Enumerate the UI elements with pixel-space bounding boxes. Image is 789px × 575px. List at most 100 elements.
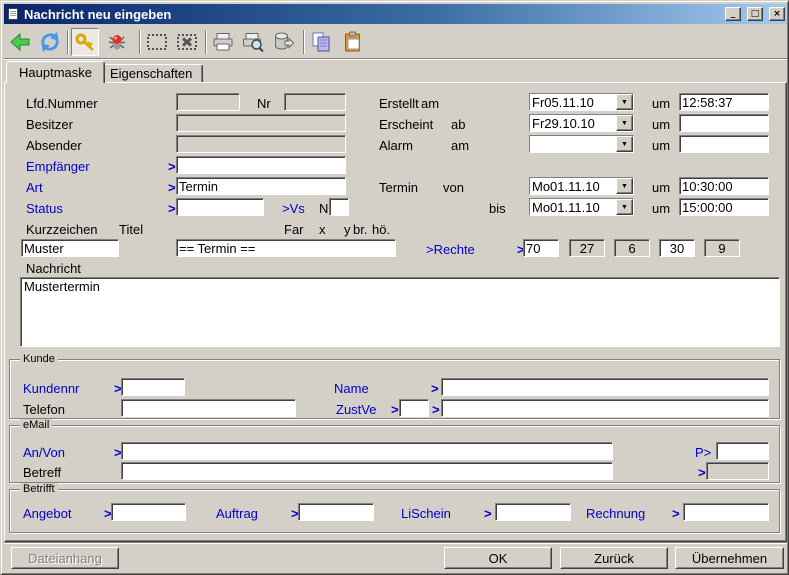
kundennr-label[interactable]: Kundennr	[23, 381, 79, 396]
auftrag-field[interactable]	[298, 503, 374, 521]
termin-von-label: von	[443, 180, 464, 195]
termin-bis-time-field[interactable]	[679, 198, 769, 216]
erstellt-date-input[interactable]	[530, 94, 616, 110]
name-lookup-arrow[interactable]: >	[431, 381, 439, 396]
empfaenger-label[interactable]: Empfänger	[26, 159, 90, 174]
spider-button[interactable]	[103, 28, 131, 56]
back-button[interactable]	[6, 28, 34, 56]
alarm-date-select[interactable]: ▼	[529, 135, 634, 153]
maximize-button[interactable]: □	[747, 7, 763, 21]
p-field[interactable]	[716, 442, 769, 460]
titel-field[interactable]	[176, 239, 396, 257]
chevron-down-icon[interactable]: ▼	[616, 178, 633, 194]
zustve-name-lookup-arrow[interactable]: >	[432, 402, 440, 417]
vs-label[interactable]: >Vs	[282, 201, 305, 216]
status-field[interactable]	[176, 198, 264, 216]
erstellt-time-field[interactable]	[679, 93, 769, 111]
telefon-field[interactable]	[121, 399, 296, 417]
angebot-field[interactable]	[111, 503, 186, 521]
erstellt-date-select[interactable]: ▼	[529, 93, 634, 111]
refresh-icon	[39, 31, 61, 53]
angebot-label[interactable]: Angebot	[23, 506, 71, 521]
kurzzeichen-field[interactable]	[21, 239, 119, 257]
chevron-down-icon[interactable]: ▼	[616, 115, 633, 131]
alarm-um-label: um	[652, 138, 670, 153]
erstellt-am-label: am	[421, 96, 439, 111]
zustve-lookup-arrow[interactable]: >	[391, 402, 399, 417]
print-button[interactable]	[209, 28, 237, 56]
status-label[interactable]: Status	[26, 201, 63, 216]
erscheint-date-input[interactable]	[530, 115, 616, 131]
termin-bis-date-input[interactable]	[530, 199, 616, 215]
copy-button[interactable]	[307, 28, 335, 56]
termin-von-date-select[interactable]: ▼	[529, 177, 634, 195]
selection-box-icon	[146, 31, 168, 53]
chevron-down-icon[interactable]: ▼	[616, 136, 633, 152]
selection-box-button[interactable]	[143, 28, 171, 56]
spider-icon	[106, 31, 128, 53]
toolbar-separator	[303, 30, 305, 54]
termin-bis-date-select[interactable]: ▼	[529, 198, 634, 216]
lfd-nummer-label: Lfd.Nummer	[26, 96, 98, 111]
erscheint-um-label: um	[652, 117, 670, 132]
delete-selection-button[interactable]	[173, 28, 201, 56]
lischein-label[interactable]: LiSchein	[401, 506, 451, 521]
status-lookup-arrow[interactable]: >	[168, 201, 176, 216]
zustve-field[interactable]	[399, 399, 429, 417]
refresh-button[interactable]	[36, 28, 64, 56]
tab-eigenschaften[interactable]: Eigenschaften	[99, 64, 203, 82]
chevron-down-icon[interactable]: ▼	[616, 199, 633, 215]
alarm-time-field[interactable]	[679, 135, 769, 153]
zustve-label[interactable]: ZustVe	[336, 402, 376, 417]
n-field[interactable]	[329, 198, 349, 216]
empfaenger-field[interactable]	[176, 156, 346, 174]
key-button[interactable]	[71, 28, 99, 56]
art-label[interactable]: Art	[26, 180, 43, 195]
uebernehmen-button[interactable]: Übernehmen	[675, 547, 784, 569]
email-extra-lookup-arrow[interactable]: >	[698, 465, 706, 480]
print-preview-button[interactable]	[239, 28, 267, 56]
erstellt-label: Erstellt	[379, 96, 419, 111]
ok-button[interactable]: OK	[444, 547, 552, 569]
alarm-date-input[interactable]	[530, 136, 616, 152]
zustve-name-field[interactable]	[441, 399, 769, 417]
n-label: N	[319, 201, 328, 216]
br-label: br.	[353, 222, 367, 237]
nachricht-label: Nachricht	[26, 261, 81, 276]
minimize-button[interactable]: _	[725, 7, 741, 21]
empfaenger-lookup-arrow[interactable]: >	[168, 159, 176, 174]
name-label[interactable]: Name	[334, 381, 369, 396]
auftrag-label[interactable]: Auftrag	[216, 506, 258, 521]
art-field[interactable]	[176, 177, 346, 195]
close-button[interactable]: ×	[769, 7, 785, 21]
nachricht-textarea[interactable]: Mustertermin	[20, 277, 780, 347]
tab-hauptmaske[interactable]: Hauptmaske	[6, 61, 105, 83]
zurueck-button[interactable]: Zurück	[560, 547, 668, 569]
rechte-label[interactable]: >Rechte	[426, 242, 475, 257]
lfd-nummer-field	[176, 93, 240, 111]
toolbar-separator	[205, 30, 207, 54]
name-field[interactable]	[441, 378, 769, 396]
rechnung-field[interactable]	[683, 503, 769, 521]
termin-von-time-field[interactable]	[679, 177, 769, 195]
chevron-down-icon[interactable]: ▼	[616, 94, 633, 110]
kundennr-field[interactable]	[121, 378, 185, 396]
erscheint-date-select[interactable]: ▼	[529, 114, 634, 132]
rechte-field-4[interactable]	[659, 239, 695, 257]
lischein-lookup-arrow[interactable]: >	[484, 506, 492, 521]
p-label[interactable]: P>	[695, 445, 711, 460]
art-lookup-arrow[interactable]: >	[168, 180, 176, 195]
erscheint-ab-label: ab	[451, 117, 465, 132]
erscheint-time-field[interactable]	[679, 114, 769, 132]
toolbar-separator	[67, 30, 69, 54]
rechte-field-1[interactable]	[523, 239, 559, 257]
rechnung-lookup-arrow[interactable]: >	[672, 506, 680, 521]
an-von-field[interactable]	[121, 442, 613, 460]
betreff-field[interactable]	[121, 462, 613, 480]
termin-von-date-input[interactable]	[530, 178, 616, 194]
lischein-field[interactable]	[495, 503, 571, 521]
database-export-button[interactable]	[269, 28, 297, 56]
rechnung-label[interactable]: Rechnung	[586, 506, 645, 521]
paste-button[interactable]	[339, 28, 367, 56]
an-von-label[interactable]: An/Von	[23, 445, 65, 460]
